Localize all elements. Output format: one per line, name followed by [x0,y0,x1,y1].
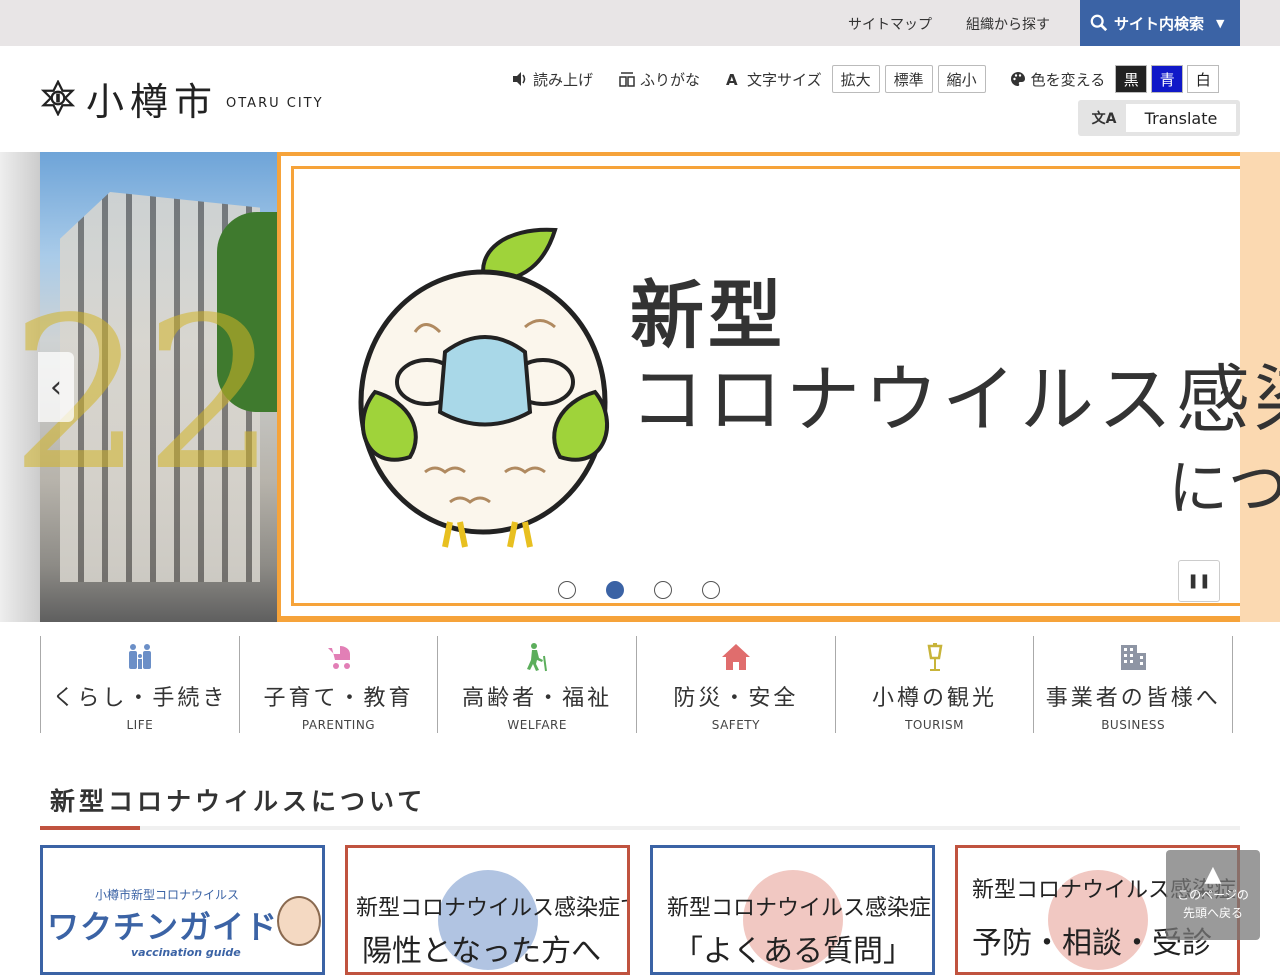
category-navigation: くらし・手続き LIFE 子育て・教育 PARENTING 高齢者・福祉 WEL… [40,636,1234,733]
category-parenting-sublabel: PARENTING [301,718,376,732]
vaccine-card-subtitle: vaccination guide [131,946,241,959]
city-emblem-icon [40,80,76,116]
color-white-button[interactable]: 白 [1187,65,1220,93]
positive-card-line1: 新型コロナウイルス感染症で [356,896,630,921]
vaccine-card-kicker: 小樽市新型コロナウイルス [95,888,240,902]
slider-dot-2[interactable] [606,581,624,599]
vaccine-guide-card[interactable]: 小樽市新型コロナウイルス ワクチンガイド vaccination guide [40,845,325,975]
furigana-button[interactable]: ふりがな [619,69,700,90]
color-blue-button[interactable]: 青 [1151,65,1184,93]
chevron-right-icon: › [1218,369,1230,405]
slider-next-button[interactable]: › [1206,352,1242,422]
sitemap-link[interactable]: サイトマップ [848,14,932,34]
slider-dot-1[interactable] [558,581,576,599]
vaccine-card-title: ワクチンガイド [47,908,279,946]
stroller-icon [327,646,350,669]
category-business-label: 事業者の皆様へ [1045,686,1221,711]
font-size-normal-button[interactable]: 標準 [884,65,933,93]
read-aloud-button[interactable]: 読み上げ [512,69,593,90]
font-size-large-button[interactable]: 拡大 [831,65,880,93]
category-safety-label: 防災・安全 [673,686,799,711]
elderly-walker-icon [527,643,548,672]
back-to-top-button[interactable]: ▲ このページの 先頭へ戻る [1166,850,1260,940]
back-to-top-label-1: このページの [1177,888,1249,902]
category-life[interactable]: くらし・手続き LIFE [40,636,239,733]
furigana-label: ふりがな [640,70,701,89]
arrow-up-icon: ▲ [1204,862,1222,887]
font-size-control: A 文字サイズ [726,69,822,90]
family-icon [128,644,151,669]
accessibility-toolbar: 読み上げ ふりがな A 文字サイズ 拡大 標準 縮小 色を変える 黒 青 白 [512,64,1223,94]
color-change-label: 色を変える [1030,70,1106,89]
positive-card-line2: 陽性となった方へ [362,934,602,969]
svg-text:A: A [726,71,738,87]
slider-dot-4[interactable] [702,581,720,599]
caret-down-icon: ▼ [1216,16,1225,30]
category-tourism[interactable]: 小樽の観光 TOURISM [834,636,1034,733]
house-icon [721,644,750,670]
font-size-small-button[interactable]: 縮小 [937,65,986,93]
banner-headline-2: コロナウイルス感染 [630,357,1280,443]
mascot-illustration [358,227,610,548]
category-welfare[interactable]: 高齢者・福祉 WELFARE [437,636,636,733]
gas-lamp-icon [927,643,942,671]
chevron-left-icon: ‹ [50,369,62,405]
palette-icon [1010,72,1025,86]
slider-dot-3[interactable] [654,581,672,599]
category-tourism-sublabel: TOURISM [905,718,964,732]
pause-icon: ❚❚ [1187,573,1211,589]
font-size-icon: A [726,71,738,87]
category-business[interactable]: 事業者の皆様へ BUSINESS [1033,636,1234,733]
site-logo[interactable]: 小樽市 OTARU CITY [40,76,324,124]
category-parenting[interactable]: 子育て・教育 PARENTING [238,636,438,733]
translate-widget[interactable]: 文A Translate [1078,100,1240,136]
translate-icon: 文A [1091,111,1117,127]
read-aloud-label: 読み上げ [533,70,594,89]
category-life-sublabel: LIFE [126,718,154,732]
category-tourism-label: 小樽の観光 [872,686,998,711]
section-title: 新型コロナウイルスについて [50,787,427,816]
category-business-sublabel: BUSINESS [1101,718,1166,732]
search-icon [1090,14,1108,32]
color-change-control: 色を変える [1010,69,1106,90]
category-parenting-label: 子育て・教育 [263,686,414,711]
color-black-button[interactable]: 黒 [1115,65,1148,93]
back-to-top-label-2: 先頭へ戻る [1182,906,1243,920]
slider-pause-button[interactable]: ❚❚ [1178,560,1220,602]
category-safety[interactable]: 防災・安全 SAFETY [636,636,835,733]
slider-pagination [558,581,720,599]
category-life-label: くらし・手続き [52,686,228,711]
logo-text-jp: 小樽市 [86,79,219,124]
category-safety-sublabel: SAFETY [711,718,760,732]
logo-text-en: OTARU CITY [226,95,324,111]
building-icon [1121,645,1147,670]
translate-label: Translate [1126,104,1236,132]
banner-headline-3: につ [1168,454,1280,524]
covid-card-list: 小樽市新型コロナウイルス ワクチンガイド vaccination guide 新… [40,845,1240,975]
faq-card[interactable]: 新型コロナウイルス感染症 「よくある質問」 [650,845,935,975]
positive-case-card[interactable]: 新型コロナウイルス感染症で 陽性となった方へ [345,845,630,975]
doctor-illustration [277,896,321,946]
faq-card-line2: 「よくある質問」 [673,934,913,969]
org-search-link[interactable]: 組織から探す [966,14,1050,34]
ruby-text-icon [619,72,635,87]
category-welfare-sublabel: WELFARE [507,718,567,732]
utility-bar: サイトマップ 組織から探す サイト内検索 ▼ [0,0,1280,46]
site-search-button[interactable]: サイト内検索 ▼ [1080,0,1240,46]
speaker-icon [513,72,526,86]
slider-prev-button[interactable]: ‹ [38,352,74,422]
section-divider [40,826,1240,830]
site-search-label: サイト内検索 [1114,14,1205,33]
font-size-label: 文字サイズ [747,70,822,89]
category-welfare-label: 高齢者・福祉 [462,686,613,711]
faq-card-line1: 新型コロナウイルス感染症 [667,896,932,921]
